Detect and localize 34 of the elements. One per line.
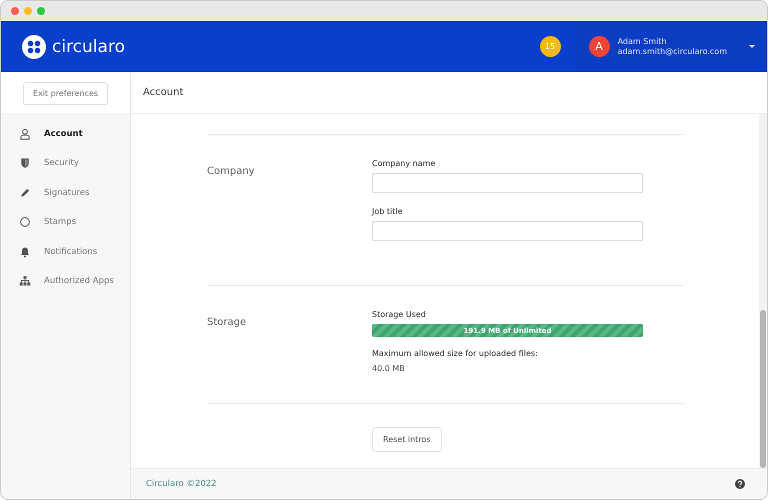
scrollbar-thumb[interactable] <box>760 310 766 468</box>
field-label: Maximum allowed size for uploaded files: <box>372 349 539 358</box>
input-field[interactable] <box>372 221 643 241</box>
hierarchy-icon <box>19 275 31 288</box>
page-title: Account <box>143 87 184 98</box>
reset-intros-button[interactable]: Reset intros <box>372 427 442 452</box>
sidebar-item[interactable]: Signatures <box>1 178 130 208</box>
section-title: Company <box>207 166 255 177</box>
avatar: A <box>588 36 610 57</box>
person-icon <box>19 128 31 140</box>
logo-icon <box>22 34 46 58</box>
caret-icon <box>749 45 755 48</box>
field-label: Company name <box>372 159 436 168</box>
sidebar-item[interactable]: Stamps <box>1 208 130 237</box>
section-title: Storage <box>207 317 246 328</box>
field-label: Storage Used <box>372 310 427 319</box>
user-name: Adam Smith <box>618 36 668 46</box>
field-value: 40.0 MB <box>372 364 406 373</box>
sidebar-item[interactable]: Account <box>1 119 130 148</box>
sidebar-item[interactable]: Authorized Apps <box>1 266 130 296</box>
circle-icon <box>19 216 31 228</box>
shield-icon <box>19 157 31 170</box>
copyright-text: Circularo ©2022 <box>146 479 217 489</box>
exit-preferences-button[interactable]: Exit preferences <box>22 82 108 104</box>
user-menu[interactable]: A Adam Smith adam.smith@circularo.com <box>574 21 767 72</box>
pencil-icon <box>19 186 31 199</box>
bell-icon <box>19 246 31 258</box>
sidebar-item[interactable]: Security <box>1 148 130 178</box>
input-field[interactable] <box>372 173 643 193</box>
sidebar-item[interactable]: Notifications <box>1 237 130 266</box>
field-label: Job title <box>372 207 404 216</box>
brand-name: circularo <box>52 36 125 56</box>
user-email: adam.smith@circularo.com <box>618 46 727 56</box>
help-icon[interactable] <box>735 479 745 489</box>
